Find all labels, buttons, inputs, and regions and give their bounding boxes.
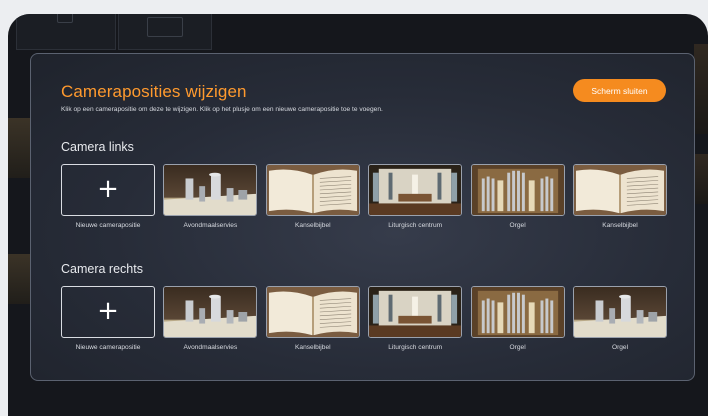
- camera-position-tile[interactable]: Kanselbijbel: [265, 286, 360, 351]
- camera-position-tile[interactable]: Liturgisch centrum: [368, 286, 463, 351]
- camera-position-thumbnail[interactable]: [573, 286, 667, 338]
- plus-icon: +: [97, 174, 119, 204]
- camera-position-label: Orgel: [509, 222, 526, 229]
- camera-position-thumbnail[interactable]: [470, 164, 565, 216]
- camera-position-tile[interactable]: Liturgisch centrum: [368, 164, 463, 229]
- section-title-camera-right: Camera rechts: [61, 262, 143, 276]
- camera-position-label: Avondmaalservies: [183, 344, 238, 351]
- background-thumbnail: [8, 118, 30, 178]
- camera-position-tile[interactable]: Kanselbijbel: [265, 164, 360, 229]
- add-camera-position-button[interactable]: + Nieuwe camerapositie: [61, 286, 155, 351]
- camera-position-tile[interactable]: Avondmaalservies: [163, 164, 258, 229]
- camera-position-thumbnail[interactable]: [573, 164, 667, 216]
- camera-position-thumbnail[interactable]: [470, 286, 565, 338]
- section-title-camera-left: Camera links: [61, 140, 134, 154]
- camera-position-label: Kanselbijbel: [602, 222, 638, 229]
- add-camera-position-thumbnail[interactable]: +: [61, 164, 155, 216]
- camera-position-label: Nieuwe camerapositie: [75, 222, 141, 229]
- background-thumbnail: [694, 44, 708, 134]
- camera-position-tile[interactable]: Avondmaalservies: [163, 286, 258, 351]
- background-tile: [118, 14, 212, 50]
- dialog-subtitle: Klik op een camerapositie om deze te wij…: [61, 106, 383, 113]
- camera-position-thumbnail[interactable]: [265, 164, 360, 216]
- camera-position-label: Orgel: [509, 344, 526, 351]
- background-screen-icon: [147, 17, 183, 37]
- background-thumbnail: [8, 254, 30, 304]
- add-camera-position-thumbnail[interactable]: +: [61, 286, 155, 338]
- background-tile: [16, 14, 116, 50]
- camera-positions-dialog: Cameraposities wijzigen Klik op een came…: [30, 53, 695, 381]
- camera-position-thumbnail[interactable]: [368, 286, 463, 338]
- camera-position-tile[interactable]: Kanselbijbel: [573, 164, 667, 229]
- camera-position-tile[interactable]: Orgel: [573, 286, 667, 351]
- camera-position-thumbnail[interactable]: [163, 286, 258, 338]
- dialog-title: Cameraposities wijzigen: [61, 82, 247, 101]
- camera-position-label: Orgel: [611, 344, 629, 351]
- camera-position-thumbnail[interactable]: [163, 164, 258, 216]
- camera-position-thumbnail[interactable]: [265, 286, 360, 338]
- camera-position-label: Liturgisch centrum: [388, 222, 443, 229]
- camera-position-label: Avondmaalservies: [183, 222, 238, 229]
- camera-position-label: Liturgisch centrum: [388, 344, 443, 351]
- camera-position-thumbnail[interactable]: [368, 164, 463, 216]
- close-screen-button[interactable]: Scherm sluiten: [573, 79, 666, 102]
- camera-left-row: + Nieuwe camerapositie Avondmaalservies: [61, 164, 667, 236]
- camera-right-row: + Nieuwe camerapositie Avondmaalservies: [61, 286, 667, 358]
- background-camera-icon: [57, 14, 73, 23]
- camera-position-label: Kanselbijbel: [295, 222, 331, 229]
- plus-icon: +: [97, 296, 119, 326]
- camera-position-tile[interactable]: Orgel: [470, 286, 565, 351]
- camera-position-label: Kanselbijbel: [295, 344, 331, 351]
- add-camera-position-button[interactable]: + Nieuwe camerapositie: [61, 164, 155, 229]
- camera-position-label: Nieuwe camerapositie: [75, 344, 141, 351]
- background-thumbnail: [694, 154, 708, 204]
- camera-position-tile[interactable]: Orgel: [470, 164, 565, 229]
